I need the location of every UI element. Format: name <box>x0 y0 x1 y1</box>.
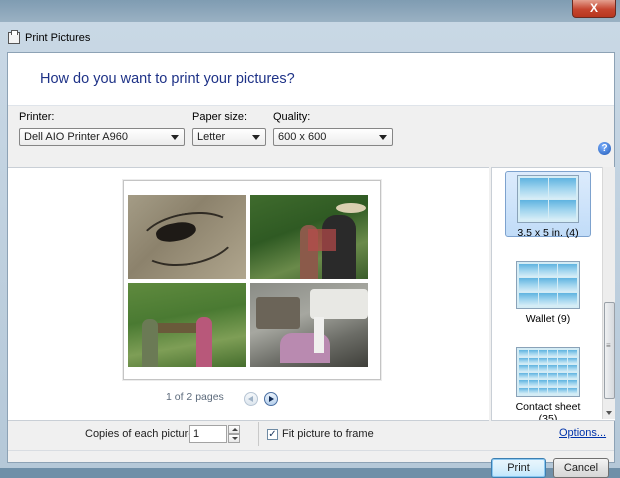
scroll-down-arrow-icon[interactable] <box>606 411 612 415</box>
divider <box>8 450 614 451</box>
shirt-shape <box>308 229 336 251</box>
person-shape <box>142 319 158 367</box>
paper-size-select[interactable]: Letter <box>192 128 266 146</box>
window-title: Print Pictures <box>25 32 91 44</box>
chevron-down-icon <box>379 135 387 140</box>
chevron-down-icon <box>171 135 179 140</box>
printer-label: Printer: <box>19 111 55 123</box>
copies-increment-button[interactable] <box>228 425 240 434</box>
printer-icon <box>8 30 20 44</box>
help-icon[interactable]: ? <box>598 142 611 155</box>
layout-item-contact-sheet[interactable]: Contact sheet (35) <box>505 344 591 420</box>
printer-select[interactable]: Dell AIO Printer A960 <box>19 128 185 146</box>
layout-list: 3.5 x 5 in. (4) Wallet (9) Contact sheet… <box>491 167 615 421</box>
person-shape <box>196 317 212 367</box>
fit-picture-label[interactable]: Fit picture to frame <box>282 428 374 440</box>
layout-label: 3.5 x 5 in. (4) <box>517 227 579 239</box>
print-pictures-window: Print Pictures How do you want to print … <box>0 22 620 478</box>
quality-value: 600 x 600 <box>278 131 327 143</box>
layout-label: Wallet (9) <box>525 313 571 325</box>
scrollbar-thumb[interactable] <box>604 302 615 399</box>
printer-value: Dell AIO Printer A960 <box>24 131 128 143</box>
print-preview-pane: 1 of 2 pages <box>8 167 489 421</box>
preview-photo-hikers-forest <box>250 195 368 279</box>
next-page-button[interactable] <box>264 392 278 406</box>
close-window-button[interactable]: X <box>572 0 616 18</box>
paper-size-value: Letter <box>197 131 226 143</box>
layout-thumbnail <box>516 261 580 309</box>
quality-label: Quality: <box>273 111 311 123</box>
title-bar: Print Pictures <box>8 30 90 46</box>
copies-decrement-button[interactable] <box>228 434 240 443</box>
options-link[interactable]: Options... <box>559 427 606 439</box>
layout-thumbnail <box>517 175 579 223</box>
layout-label: Contact sheet (35) <box>515 401 581 421</box>
quality-option: Quality: 600 x 600 <box>273 111 393 146</box>
page-preview <box>123 180 381 380</box>
page-indicator: 1 of 2 pages <box>166 391 224 403</box>
paper-size-label: Paper size: <box>192 111 248 123</box>
preview-photo-spider <box>128 195 246 279</box>
copies-label: Copies of each picture: <box>85 428 198 440</box>
dialog-body: How do you want to print your pictures? … <box>7 52 615 478</box>
chevron-down-icon <box>252 135 260 140</box>
copies-stepper <box>228 425 240 443</box>
fit-picture-checkbox[interactable]: ✓ <box>267 429 278 440</box>
header-banner: How do you want to print your pictures? <box>8 53 614 106</box>
print-button[interactable]: Print <box>491 458 546 478</box>
cargo-shape <box>256 297 300 329</box>
printer-option: Printer: Dell AIO Printer A960 <box>19 111 185 146</box>
spider-legs-shape <box>134 204 241 274</box>
layout-scrollbar[interactable] <box>602 167 615 419</box>
quality-select[interactable]: 600 x 600 <box>273 128 393 146</box>
vehicle-shape <box>310 289 368 319</box>
cancel-button[interactable]: Cancel <box>553 458 609 478</box>
preview-photo-vehicle <box>250 283 368 367</box>
hat-shape <box>336 203 366 213</box>
person-shape <box>314 317 324 353</box>
copies-input[interactable]: 1 <box>189 425 227 443</box>
preview-photo-trail-sign <box>128 283 246 367</box>
layout-item-3.5x5[interactable]: 3.5 x 5 in. (4) <box>505 171 591 239</box>
divider <box>258 422 259 446</box>
layout-item-wallet[interactable]: Wallet (9) <box>505 258 591 325</box>
layout-thumbnail <box>516 347 580 397</box>
paper-size-option: Paper size: Letter <box>192 111 266 146</box>
previous-page-button[interactable] <box>244 392 258 406</box>
header-question: How do you want to print your pictures? <box>40 71 295 87</box>
